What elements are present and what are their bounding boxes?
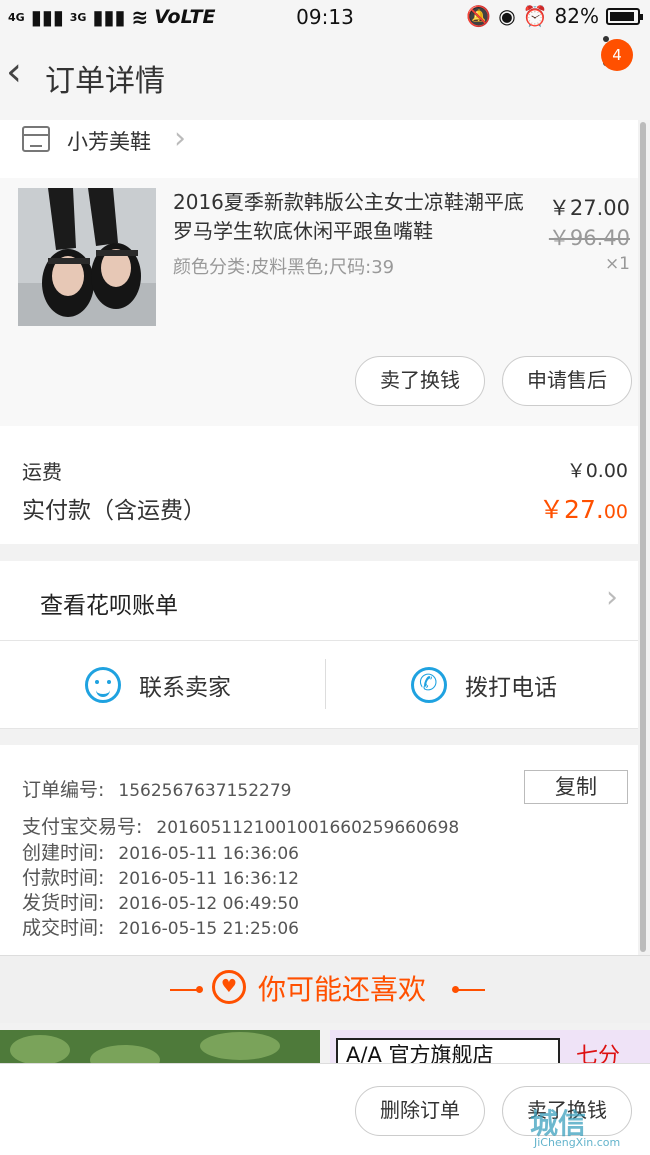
recommend-title: 你可能还喜欢 bbox=[258, 973, 427, 1006]
sandal-image bbox=[18, 188, 156, 326]
shop-icon bbox=[22, 126, 50, 152]
delete-order-button[interactable]: 删除订单 bbox=[355, 1086, 485, 1136]
paid-label: 实付款（含运费） bbox=[22, 498, 206, 524]
sell-button[interactable]: 卖了换钱 bbox=[355, 356, 485, 406]
status-right: 🔕 ◉ ⏰ 82% bbox=[466, 4, 643, 28]
shop-row[interactable]: 小芳美鞋 › bbox=[0, 120, 638, 178]
alipay-trade-label: 支付宝交易号: bbox=[22, 816, 143, 838]
chevron-right-icon: › bbox=[606, 580, 618, 615]
order-number-row: 订单编号: 1562567637152279 bbox=[22, 775, 291, 802]
shipping-label: 运费 bbox=[22, 460, 62, 484]
contact-seller-button[interactable]: 联系卖家 bbox=[85, 665, 231, 705]
created-time-value: 2016-05-11 16:36:06 bbox=[118, 844, 299, 864]
call-button[interactable]: 拨打电话 bbox=[411, 665, 557, 705]
deal-time-row: 成交时间: 2016-05-15 21:25:06 bbox=[22, 913, 299, 940]
fees-section: 运费 ￥0.00 实付款（含运费） ￥27.00 bbox=[0, 426, 638, 544]
watermark-url: JiChengXin.com bbox=[534, 1136, 621, 1149]
status-bar: 4G ▮▮▮ 3G ▮▮▮ ≋ VoLTE 09:13 🔕 ◉ ⏰ 82% bbox=[0, 0, 650, 34]
back-chevron-icon[interactable]: ‹ bbox=[6, 52, 22, 92]
shipped-time-value: 2016-05-12 06:49:50 bbox=[118, 894, 299, 914]
product-card[interactable]: 2016夏季新款韩版公主女士凉鞋潮平底罗马学生软底休闲平跟鱼嘴鞋 颜色分类:皮料… bbox=[0, 178, 638, 426]
shipped-time-row: 发货时间: 2016-05-12 06:49:50 bbox=[22, 888, 299, 915]
order-number-label: 订单编号: bbox=[22, 779, 105, 801]
call-label: 拨打电话 bbox=[465, 675, 557, 701]
product-price: ￥27.00 bbox=[548, 196, 630, 220]
recommend-header: ♥ 你可能还喜欢 bbox=[0, 955, 650, 1023]
chevron-right-icon: › bbox=[174, 121, 186, 156]
contact-row: 联系卖家 拨打电话 bbox=[0, 641, 638, 729]
product-quantity: ×1 bbox=[604, 254, 630, 274]
after-sale-button[interactable]: 申请售后 bbox=[502, 356, 632, 406]
phone-icon bbox=[411, 667, 447, 703]
copy-button[interactable]: 复制 bbox=[524, 770, 628, 804]
battery-percent: 82% bbox=[554, 4, 599, 28]
page-title: 订单详情 bbox=[45, 64, 165, 99]
chat-icon bbox=[85, 667, 121, 703]
divider bbox=[325, 659, 326, 709]
paid-time-value: 2016-05-11 16:36:12 bbox=[118, 869, 299, 889]
paid-value: ￥27.00 bbox=[539, 490, 628, 526]
deal-time-value: 2016-05-15 21:25:06 bbox=[118, 919, 299, 939]
scrollbar[interactable] bbox=[640, 122, 646, 952]
huabei-label: 查看花呗账单 bbox=[40, 593, 178, 619]
shop-name: 小芳美鞋 bbox=[67, 130, 151, 154]
alipay-trade-value: 2016051121001001660259660698 bbox=[156, 818, 460, 838]
product-sku: 颜色分类:皮料黑色;尺码:39 bbox=[173, 257, 395, 278]
lock-rotation-icon: ◉ bbox=[498, 4, 516, 28]
product-title[interactable]: 2016夏季新款韩版公主女士凉鞋潮平底罗马学生软底休闲平跟鱼嘴鞋 bbox=[173, 188, 533, 246]
deco-dot-left bbox=[196, 986, 203, 993]
alarm-icon: ⏰ bbox=[522, 4, 548, 28]
order-number-value: 1562567637152279 bbox=[118, 781, 292, 801]
paid-time-label: 付款时间: bbox=[22, 867, 105, 889]
created-time-row: 创建时间: 2016-05-11 16:36:06 bbox=[22, 838, 299, 865]
watermark: 城信 JiChengXin.com bbox=[530, 1102, 648, 1152]
nav-bar: ‹ 订单详情 bbox=[0, 34, 650, 120]
huabei-row[interactable]: 查看花呗账单 › bbox=[0, 561, 638, 641]
alipay-trade-row: 支付宝交易号: 2016051121001001660259660698 bbox=[22, 812, 459, 839]
deco-line-right bbox=[455, 989, 485, 991]
paid-value-main: ￥27. bbox=[539, 495, 604, 524]
battery-icon bbox=[606, 7, 643, 25]
created-time-label: 创建时间: bbox=[22, 842, 105, 864]
product-image[interactable] bbox=[18, 188, 156, 326]
paid-value-cents: 00 bbox=[603, 501, 628, 523]
shipping-value: ￥0.00 bbox=[566, 460, 628, 482]
shipped-time-label: 发货时间: bbox=[22, 892, 105, 914]
heart-icon: ♥ bbox=[212, 970, 246, 1004]
notification-badge: 4 bbox=[601, 39, 633, 71]
mute-bell-icon: 🔕 bbox=[466, 4, 492, 28]
deal-time-label: 成交时间: bbox=[22, 917, 105, 939]
contact-seller-label: 联系卖家 bbox=[139, 675, 231, 701]
order-info-section: 复制 订单编号: 1562567637152279 支付宝交易号: 20160511… bbox=[0, 745, 638, 955]
product-original-price: ￥96.40 bbox=[548, 226, 630, 250]
paid-time-row: 付款时间: 2016-05-11 16:36:12 bbox=[22, 863, 299, 890]
